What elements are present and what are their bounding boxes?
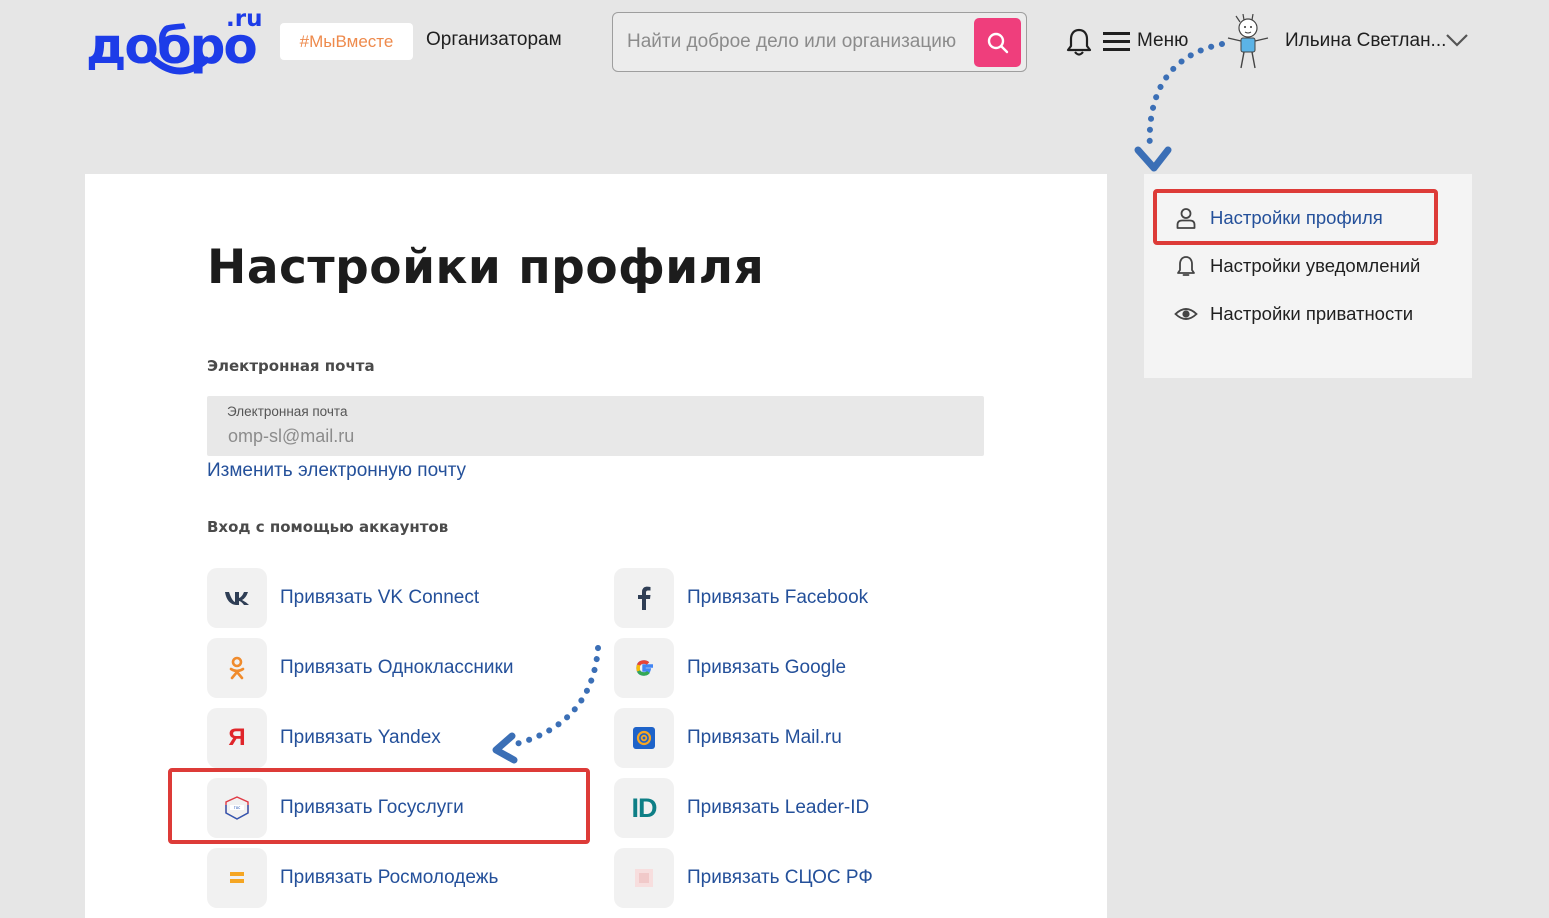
notifications-bell-icon[interactable] [1065,27,1093,57]
organizers-link[interactable]: Организаторам [426,29,562,51]
link-scos-button[interactable]: Привязать СЦОС РФ [614,848,873,908]
link-gosuslugi-button[interactable]: гос Привязать Госуслуги [207,778,464,838]
logo-smile-icon [150,56,210,75]
link-scos-label: Привязать СЦОС РФ [687,867,873,888]
sidebar-item-label: Настройки приватности [1210,303,1414,324]
link-yandex-label: Привязать Yandex [280,727,441,748]
link-odnoklassniki-label: Привязать Одноклассники [280,657,514,678]
user-name[interactable]: Ильина Светлан... [1285,30,1446,52]
accounts-section-label: Вход с помощью аккаунтов [207,518,449,536]
search-input[interactable]: Найти доброе дело или организацию [627,31,956,53]
change-email-link[interactable]: Изменить электронную почту [207,460,466,482]
rosmolodezh-icon [207,848,267,908]
link-vk-label: Привязать VK Connect [280,587,480,608]
search-button[interactable] [974,18,1021,67]
link-gosuslugi-label: Привязать Госуслуги [280,797,464,818]
link-leader-id-button[interactable]: ID Привязать Leader-ID [614,778,869,838]
link-mailru-button[interactable]: Привязать Mail.ru [614,708,842,768]
bell-icon [1177,256,1195,276]
settings-sidebar: Настройки профиля Настройки уведомлений … [1144,174,1472,378]
sidebar-item-label: Настройки уведомлений [1210,255,1421,276]
link-odnoklassniki-button[interactable]: Привязать Одноклассники [207,638,513,698]
link-rosmolodezh-button[interactable]: Привязать Росмолодежь [207,848,498,908]
hashtag-badge[interactable]: #МыВместе [280,23,413,60]
odnoklassniki-icon [207,638,267,698]
eye-icon [1174,308,1198,320]
link-leader-id-label: Привязать Leader-ID [687,797,870,818]
link-rosmolodezh-label: Привязать Росмолодежь [280,867,499,888]
leader-id-icon: ID [614,778,674,838]
logo-domain: .ru [226,6,263,32]
link-yandex-button[interactable]: Я Привязать Yandex [207,708,441,768]
scos-icon [614,848,674,908]
chevron-down-icon[interactable] [1446,33,1468,47]
vk-icon [207,568,267,628]
gosuslugi-icon: гос [207,778,267,838]
link-google-label: Привязать Google [687,657,847,678]
email-section-label: Электронная почта [207,357,375,375]
facebook-icon [614,568,674,628]
email-field[interactable]: Электронная почта omp-sl@mail.ru [207,396,984,456]
user-icon [1176,208,1196,229]
link-mailru-label: Привязать Mail.ru [687,727,842,748]
sidebar-item-profile[interactable]: Настройки профиля [1174,206,1383,230]
arrow-to-profile-settings [1134,41,1225,172]
svg-text:гос: гос [234,805,241,810]
sidebar-item-label: Настройки профиля [1210,207,1383,228]
settings-card: Настройки профиля Электронная почта Элек… [85,174,1107,918]
search-bar: Найти доброе дело или организацию [612,12,1027,72]
yandex-icon: Я [207,708,267,768]
link-vk-button[interactable]: Привязать VK Connect [207,568,479,628]
sidebar-item-notifications[interactable]: Настройки уведомлений [1174,254,1420,278]
menu-button[interactable]: Меню [1137,30,1188,52]
link-google-button[interactable]: Привязать Google [614,638,846,698]
user-avatar[interactable] [1226,14,1270,72]
menu-burger-icon[interactable] [1103,31,1131,53]
sidebar-item-privacy[interactable]: Настройки приватности [1174,302,1413,326]
email-value: omp-sl@mail.ru [228,426,355,446]
email-field-caption: Электронная почта [227,404,348,419]
link-facebook-label: Привязать Facebook [687,587,869,608]
page-title: Настройки профиля [207,240,765,295]
dobro-logo[interactable]: добро .ru [86,6,263,80]
search-icon [987,32,1008,53]
link-facebook-button[interactable]: Привязать Facebook [614,568,868,628]
google-icon [614,638,674,698]
mailru-icon [614,708,674,768]
